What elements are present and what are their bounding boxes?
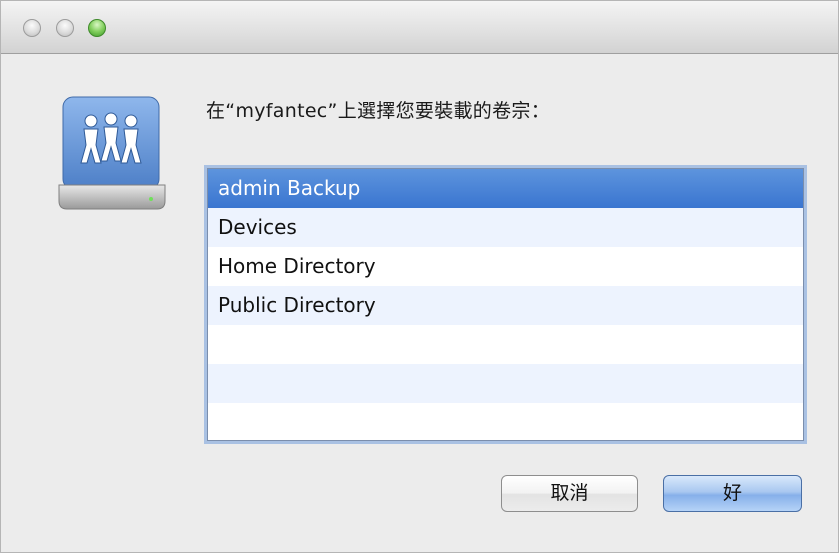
- volume-list[interactable]: admin Backup Devices Home Directory Publ…: [207, 168, 804, 441]
- volume-list-item[interactable]: Public Directory: [208, 286, 803, 325]
- volume-list-item[interactable]: Devices: [208, 208, 803, 247]
- volume-list-item[interactable]: Home Directory: [208, 247, 803, 286]
- zoom-button[interactable]: [88, 19, 106, 37]
- dialog-prompt: 在“myfantec”上選擇您要裝載的卷宗：: [206, 100, 550, 122]
- network-share-drive-icon: [58, 96, 166, 210]
- minimize-button[interactable]: [56, 19, 74, 37]
- empty-list-row: [208, 364, 803, 403]
- close-button[interactable]: [23, 19, 41, 37]
- mount-volume-dialog: 在“myfantec”上選擇您要裝載的卷宗： admin Backup Devi…: [0, 0, 839, 553]
- empty-list-row: [208, 325, 803, 364]
- title-bar: [1, 1, 838, 54]
- cancel-button[interactable]: 取消: [501, 475, 638, 512]
- empty-list-row: [208, 403, 803, 440]
- volume-list-item[interactable]: admin Backup: [208, 169, 803, 208]
- ok-button[interactable]: 好: [663, 475, 802, 512]
